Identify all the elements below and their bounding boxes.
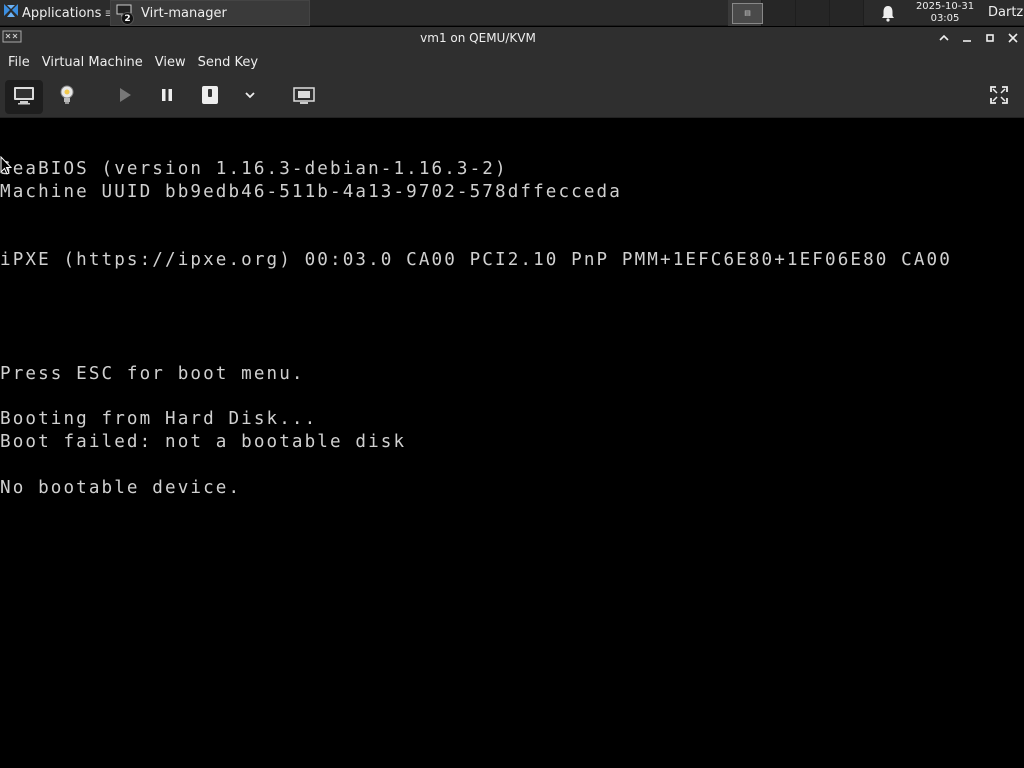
close-icon[interactable]: [1004, 29, 1022, 47]
workspace-switcher[interactable]: ▤: [728, 0, 864, 26]
vm-console[interactable]: SeaBIOS (version 1.16.3-debian-1.16.3-2)…: [0, 118, 1024, 768]
run-button[interactable]: [106, 80, 144, 114]
window-count-badge: 2: [121, 12, 134, 25]
workspace-1[interactable]: ▤: [728, 0, 763, 26]
menubar: File Virtual Machine View Send Key: [0, 50, 1024, 76]
workspace-3[interactable]: [796, 0, 830, 26]
console-line-boot-failed: Boot failed: not a bootable disk: [0, 432, 407, 452]
menu-virtual-machine[interactable]: Virtual Machine: [36, 50, 149, 76]
chevron-down-icon: [243, 88, 257, 106]
pause-button[interactable]: [148, 80, 186, 114]
window-titlebar[interactable]: vm1 on QEMU/KVM: [0, 27, 1024, 50]
taskbar-virt-manager-button[interactable]: 2 Virt-manager: [110, 0, 310, 26]
clock-date: 2025-10-31: [915, 1, 975, 12]
details-view-button[interactable]: [48, 80, 86, 114]
maximize-restore-icon[interactable]: [935, 29, 953, 47]
taskbar-label: Virt-manager: [141, 5, 227, 21]
console-line-booting: Booting from Hard Disk...: [0, 409, 318, 429]
maximize-icon[interactable]: [981, 29, 999, 47]
workspace-2[interactable]: [762, 0, 796, 26]
pause-icon: [159, 86, 175, 108]
snapshots-button[interactable]: [285, 80, 323, 114]
fullscreen-button[interactable]: [980, 80, 1018, 114]
applications-label: Applications: [22, 5, 102, 21]
window-title: vm1 on QEMU/KVM: [420, 31, 536, 45]
toolbar: [0, 76, 1024, 118]
xfce-logo-icon: [3, 3, 19, 23]
lightbulb-icon: [57, 84, 77, 110]
mouse-cursor-icon: [0, 155, 13, 180]
top-panel: Applications ≡ 2 Virt-manager ▤ 2025-10-…: [0, 0, 1024, 26]
play-icon: [117, 86, 133, 108]
applications-menu-button[interactable]: Applications ≡: [0, 0, 114, 26]
menu-send-key[interactable]: Send Key: [192, 50, 264, 76]
minimize-icon[interactable]: [958, 29, 976, 47]
user-menu[interactable]: Dartz: [988, 5, 1023, 20]
clock-time: 03:05: [930, 13, 960, 24]
monitor-icon: [12, 84, 36, 110]
menu-view[interactable]: View: [149, 50, 192, 76]
console-view-button[interactable]: [5, 80, 43, 114]
shutdown-button[interactable]: [191, 80, 229, 114]
clock[interactable]: 2025-10-31 03:05: [906, 1, 984, 25]
console-line-seabios: SeaBIOS (version 1.16.3-debian-1.16.3-2): [0, 159, 508, 179]
console-line-uuid: Machine UUID bb9edb46-511b-4a13-9702-578…: [0, 182, 622, 202]
console-line-no-device: No bootable device.: [0, 478, 242, 498]
workspace-thumbnail: ▤: [732, 3, 763, 24]
screenshot-icon: [292, 84, 316, 110]
console-line-esc: Press ESC for boot menu.: [0, 364, 305, 384]
notification-bell-icon[interactable]: [880, 4, 896, 26]
fullscreen-icon: [989, 85, 1009, 109]
shutdown-menu-button[interactable]: [231, 80, 269, 114]
menu-file[interactable]: File: [2, 50, 36, 76]
workspace-4[interactable]: [830, 0, 864, 26]
power-icon: [200, 85, 220, 109]
console-line-ipxe: iPXE (https://ipxe.org) 00:03.0 CA00 PCI…: [0, 250, 952, 270]
